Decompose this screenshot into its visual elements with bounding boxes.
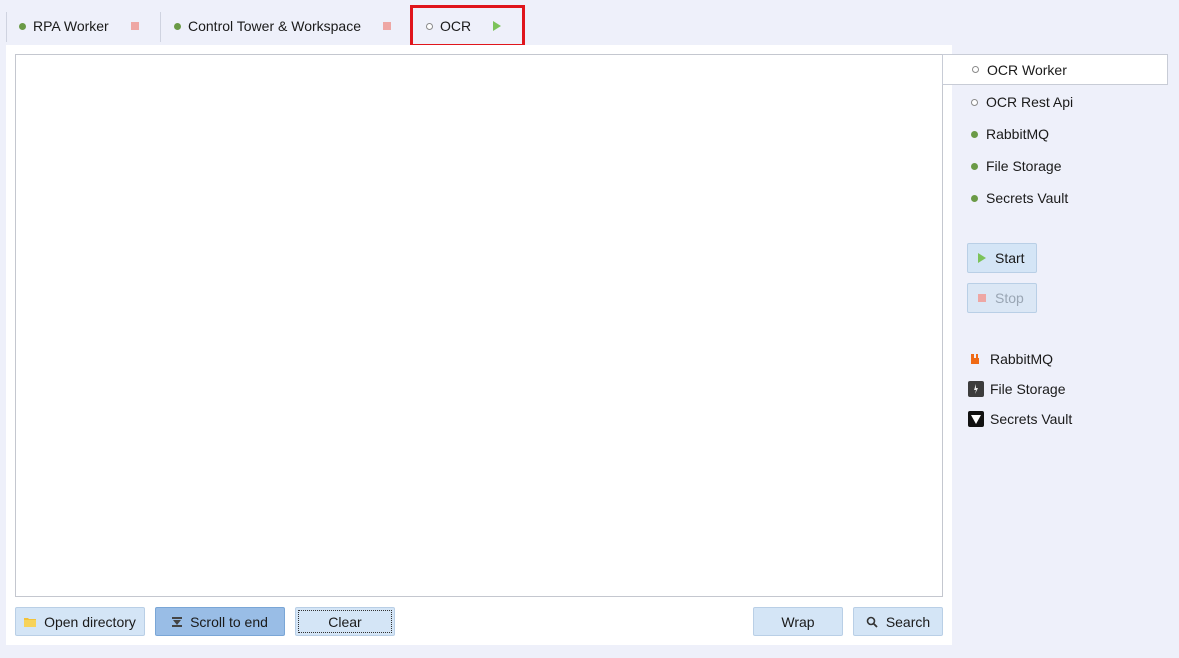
tab-highlight-box: [410, 5, 525, 47]
rabbitmq-icon: [968, 351, 984, 367]
running-dot-icon: [19, 22, 26, 30]
scroll-down-icon: [172, 616, 183, 627]
service-label: RabbitMQ: [986, 126, 1050, 142]
link-label: RabbitMQ: [990, 351, 1054, 367]
search-label: Search: [885, 613, 931, 630]
clear-label: Clear: [328, 613, 362, 630]
running-dot-icon: [174, 22, 181, 30]
link-label: Secrets Vault: [990, 411, 1073, 427]
running-dot-icon: [971, 162, 978, 170]
scroll-to-end-label: Scroll to end: [190, 613, 268, 630]
log-output-area[interactable]: [15, 54, 943, 597]
vault-icon: [968, 411, 984, 427]
stop-label: Stop: [995, 290, 1024, 306]
service-item-ocr-worker[interactable]: OCR Worker: [942, 54, 1168, 85]
stopped-dot-icon: [971, 98, 978, 106]
link-file-storage[interactable]: File Storage: [968, 377, 1065, 401]
tab-label: RPA Worker: [33, 18, 109, 34]
link-rabbitmq[interactable]: RabbitMQ: [968, 347, 1053, 371]
tab-divider: [6, 12, 7, 42]
file-storage-icon: [968, 381, 984, 397]
open-directory-label: Open directory: [44, 613, 136, 630]
service-label: OCR Rest Api: [986, 94, 1074, 110]
open-directory-button[interactable]: Open directory: [15, 607, 145, 636]
service-label: Secrets Vault: [986, 190, 1069, 206]
running-dot-icon: [971, 130, 978, 138]
service-item-ocr-rest-api[interactable]: OCR Rest Api: [960, 87, 1073, 117]
running-dot-icon: [971, 194, 978, 202]
wrap-button[interactable]: Wrap: [753, 607, 843, 636]
service-label: OCR Worker: [987, 61, 1067, 78]
link-secrets-vault[interactable]: Secrets Vault: [968, 407, 1072, 431]
service-label: File Storage: [986, 158, 1062, 174]
stopped-dot-icon: [972, 66, 979, 73]
service-item-file-storage[interactable]: File Storage: [960, 151, 1061, 181]
scroll-to-end-button[interactable]: Scroll to end: [155, 607, 285, 636]
search-icon: [866, 616, 878, 628]
link-label: File Storage: [990, 381, 1066, 397]
start-button[interactable]: Start: [967, 243, 1037, 273]
tab-rpa-worker[interactable]: RPA Worker: [19, 8, 159, 44]
stop-button[interactable]: Stop: [967, 283, 1037, 313]
service-item-secrets-vault[interactable]: Secrets Vault: [960, 183, 1068, 213]
stop-icon: [978, 294, 986, 302]
wrap-label: Wrap: [781, 613, 815, 630]
tab-label: Control Tower & Workspace: [188, 18, 361, 34]
service-item-rabbitmq[interactable]: RabbitMQ: [960, 119, 1049, 149]
play-icon: [978, 253, 986, 263]
start-label: Start: [995, 250, 1025, 266]
tab-control-tower[interactable]: Control Tower & Workspace: [174, 8, 404, 44]
stop-icon[interactable]: [130, 22, 139, 30]
folder-icon: [24, 617, 37, 627]
stop-icon[interactable]: [383, 22, 391, 30]
clear-button[interactable]: Clear: [295, 607, 395, 636]
tab-divider: [160, 12, 161, 42]
search-button[interactable]: Search: [853, 607, 943, 636]
